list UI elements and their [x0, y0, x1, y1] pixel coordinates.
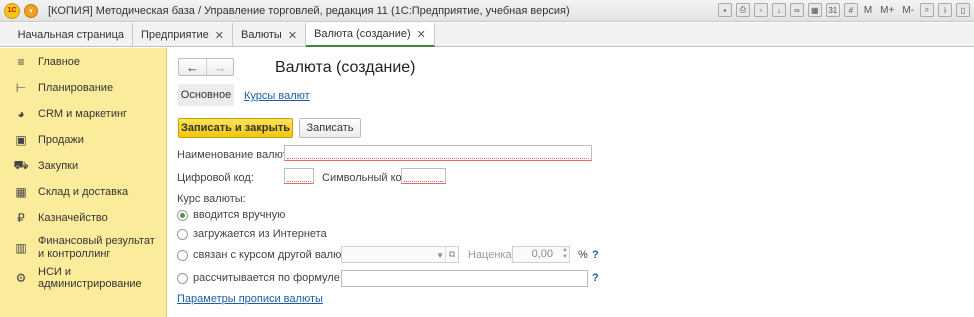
info-icon[interactable]: i	[938, 3, 952, 17]
currency-spelling-params-link[interactable]: Параметры прописи валюты	[177, 293, 323, 305]
help-icon[interactable]: ?	[592, 272, 599, 284]
tab-home[interactable]: Начальная страница	[0, 23, 133, 47]
radio-label: рассчитывается по формуле:	[193, 272, 343, 284]
sidebar-item-label: Казначейство	[38, 212, 108, 224]
sidebar-item-label: Планирование	[38, 82, 114, 94]
sidebar-item-treasury[interactable]: ₽ Казначейство	[0, 210, 167, 226]
radio-icon	[177, 228, 188, 240]
history-nav: ← →	[178, 58, 234, 76]
menu-lines-icon: ≡	[17, 55, 25, 69]
radio-label: связан с курсом другой валюты:	[193, 249, 358, 261]
memory-button[interactable]: M	[862, 5, 874, 16]
calendar-icon[interactable]: 31	[825, 3, 840, 17]
warehouse-icon: ▦	[15, 185, 27, 199]
digital-code-label: Цифровой код:	[177, 172, 254, 184]
sidebar-item-admin[interactable]: ⚙ НСИ и администрирование	[0, 266, 167, 290]
digital-code-input[interactable]	[284, 168, 314, 184]
sidebar-item-warehouse[interactable]: ▦ Склад и доставка	[0, 184, 167, 200]
rate-formula-radio[interactable]: рассчитывается по формуле:	[177, 272, 343, 284]
sidebar: ≡ Главное ⊢ Планирование ◕ CRM и маркети…	[0, 48, 167, 317]
app-logo-icon: 1С	[4, 2, 20, 19]
sidebar-item-purchases[interactable]: ⛟ Закупки	[0, 158, 167, 174]
radio-icon	[177, 272, 188, 284]
preview-icon[interactable]: ▫	[753, 3, 768, 17]
rate-internet-radio[interactable]: загружается из Интернета	[177, 228, 327, 240]
sidebar-item-sales[interactable]: ▣ Продажи	[0, 132, 167, 148]
name-label: Наименование валюты:	[177, 149, 299, 161]
sidebar-item-finance[interactable]: ▥ Финансовый результат и контроллинг	[0, 234, 167, 262]
rate-manual-radio[interactable]: вводится вручную	[177, 209, 285, 221]
save-and-close-button[interactable]: Записать и закрыть	[178, 118, 293, 138]
markup-label: Наценка:	[468, 249, 515, 261]
symbol-code-input[interactable]	[401, 168, 446, 184]
sidebar-item-label: Продажи	[38, 134, 84, 146]
sidebar-item-label: Финансовый результат и контроллинг	[38, 235, 155, 260]
bar-chart-icon: ▥	[15, 240, 27, 255]
subtab-main[interactable]: Основное	[178, 84, 234, 106]
title-bar: 1С ▾ [КОПИЯ] Методическая база / Управле…	[0, 0, 974, 22]
tab-label: Валюта (создание)	[314, 28, 411, 40]
link-icon[interactable]: ∞	[789, 3, 804, 17]
sidebar-item-crm[interactable]: ◕ CRM и маркетинг	[0, 106, 167, 122]
window-icon[interactable]: ▯	[956, 3, 970, 17]
radio-selected-icon	[177, 209, 188, 221]
form-area: ← → Валюта (создание) Основное Курсы вал…	[168, 48, 974, 317]
tab-currency-create[interactable]: Валюта (создание) ✕	[306, 23, 435, 47]
subtab-rates-link[interactable]: Курсы валют	[244, 90, 310, 102]
tab-label: Предприятие	[141, 29, 209, 41]
tab-enterprise[interactable]: Предприятие ✕	[133, 23, 234, 47]
calculator-icon[interactable]: #	[843, 3, 858, 17]
print-icon[interactable]: ⎙	[735, 3, 750, 17]
forward-arrow-icon[interactable]: →	[206, 59, 233, 75]
memory-plus-button[interactable]: M+	[878, 5, 896, 16]
chevron-down-icon: ▼	[436, 251, 444, 260]
sidebar-item-label: НСИ и администрирование	[38, 266, 142, 290]
currency-name-input[interactable]	[284, 145, 592, 161]
close-icon[interactable]: ✕	[215, 29, 224, 42]
symbol-code-label: Символьный код:	[322, 172, 411, 184]
tab-label: Валюты	[241, 29, 282, 41]
title-toolbar: ▪ ⎙ ▫ ↓ ∞ ▦ 31 # M M+ M- ⌕ i ▯	[717, 3, 970, 17]
spinner-icon[interactable]: ▲ ▼	[560, 247, 570, 262]
percent-sign: %	[578, 249, 588, 261]
gear-icon: ⚙	[15, 271, 27, 285]
close-icon[interactable]: ✕	[417, 28, 426, 41]
tab-label: Начальная страница	[17, 29, 124, 41]
sidebar-item-label: CRM и маркетинг	[38, 108, 128, 120]
save-icon[interactable]: ▪	[717, 3, 732, 17]
page-title: Валюта (создание)	[275, 59, 416, 76]
close-icon[interactable]: ✕	[288, 29, 297, 42]
sidebar-item-label: Склад и доставка	[38, 186, 129, 198]
sidebar-item-main[interactable]: ≡ Главное	[0, 54, 167, 70]
base-currency-select[interactable]: ▼	[341, 246, 459, 263]
download-icon[interactable]: ↓	[771, 3, 786, 17]
sidebar-item-label: Закупки	[38, 160, 79, 172]
shopping-bag-icon: ▣	[15, 133, 27, 147]
pie-chart-icon: ◕	[17, 107, 25, 121]
main-menu-button[interactable]: ▾	[24, 3, 38, 18]
basket-icon: ⛟	[13, 158, 29, 172]
planning-icon: ⊢	[15, 81, 27, 95]
search-icon[interactable]: ⌕	[920, 3, 934, 17]
radio-icon	[177, 249, 188, 261]
rate-linked-radio[interactable]: связан с курсом другой валюты:	[177, 249, 357, 261]
sidebar-item-planning[interactable]: ⊢ Планирование	[0, 80, 167, 96]
memory-minus-button[interactable]: M-	[900, 5, 916, 16]
radio-label: вводится вручную	[193, 209, 286, 221]
radio-label: загружается из Интернета	[193, 228, 327, 240]
open-icon[interactable]: ⧉	[445, 247, 458, 262]
spreadsheet-icon[interactable]: ▦	[807, 3, 822, 17]
window-title: [КОПИЯ] Методическая база / Управление т…	[48, 4, 570, 17]
tab-bar: Начальная страница Предприятие ✕ Валюты …	[0, 23, 974, 47]
save-button[interactable]: Записать	[299, 118, 361, 138]
rate-label: Курс валюты:	[177, 193, 246, 205]
home-icon	[10, 34, 11, 36]
help-icon[interactable]: ?	[592, 249, 599, 261]
sidebar-item-label: Главное	[38, 56, 81, 68]
coin-icon: ₽	[17, 211, 25, 225]
back-arrow-icon[interactable]: ←	[179, 59, 206, 75]
tab-currencies[interactable]: Валюты ✕	[233, 23, 307, 47]
formula-input[interactable]	[341, 270, 588, 287]
